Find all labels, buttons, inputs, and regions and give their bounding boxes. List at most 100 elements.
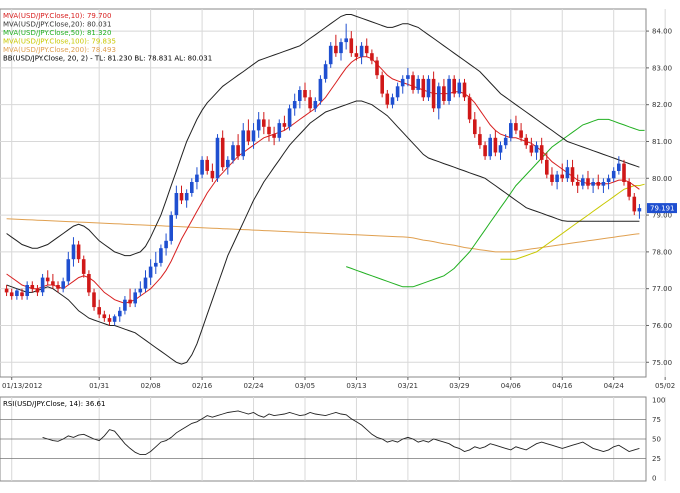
rsi-y-tick-label: 75: [652, 416, 661, 424]
candle-body: [318, 78, 323, 101]
candle-body: [570, 167, 575, 182]
candle-body: [627, 182, 631, 197]
candle-body: [375, 60, 379, 76]
candle-body: [30, 285, 35, 289]
candle-body: [56, 285, 60, 289]
candle-body: [154, 262, 158, 267]
candle-body: [241, 130, 245, 157]
x-tick-label: 03/05: [295, 382, 315, 390]
y-tick-label: 75.00: [652, 359, 672, 367]
x-tick-label: 02/24: [243, 382, 264, 390]
candle-body: [488, 137, 492, 157]
rsi-y-tick-label: 25: [652, 455, 661, 463]
candle-body: [190, 182, 194, 193]
candle-body: [87, 274, 91, 293]
candle-body: [226, 159, 230, 168]
candle-body: [339, 42, 343, 54]
candle-body: [370, 53, 374, 61]
y-tick-label: 83.00: [652, 64, 672, 72]
candle-body: [606, 178, 611, 182]
legend-entry: MVA(USD/JPY.Close,10): 79.700: [3, 12, 111, 20]
candle-body: [473, 119, 477, 135]
candle-body: [107, 318, 112, 322]
candle-body: [447, 78, 451, 101]
candle-body: [617, 163, 621, 171]
candle-body: [637, 208, 642, 212]
legend-entry: MVA(USD/JPY.Close,200): 78.493: [3, 46, 116, 54]
candle-body: [61, 281, 65, 289]
candle-body: [195, 174, 199, 182]
candle-body: [35, 288, 40, 293]
candle-body: [282, 123, 287, 127]
candle-body: [251, 130, 256, 142]
candle-body: [426, 78, 431, 98]
candle-body: [267, 126, 271, 135]
candle-body: [550, 174, 554, 182]
candle-body: [148, 266, 153, 278]
candle-body: [534, 145, 539, 153]
candle-body: [591, 182, 595, 186]
last-price-label: 79.191: [650, 205, 675, 213]
candle-body: [15, 290, 19, 296]
candle-body: [303, 90, 307, 98]
candle-body: [601, 182, 606, 186]
candle-body: [529, 145, 534, 153]
candle-body: [40, 277, 45, 293]
price-panel: [0, 8, 647, 378]
candle-body: [164, 240, 168, 249]
candle-body: [596, 182, 601, 186]
y-tick-label: 80.00: [652, 175, 672, 183]
candle-body: [205, 159, 209, 171]
candle-body: [215, 137, 220, 179]
candle-body: [277, 123, 282, 138]
candle-body: [565, 167, 570, 179]
candle-body: [102, 314, 107, 319]
candle-body: [179, 193, 184, 201]
candle-body: [210, 170, 215, 179]
candle-body: [395, 86, 400, 98]
candle-body: [545, 159, 549, 175]
legend-entry: MVA(USD/JPY.Close,100): 79.835: [3, 38, 116, 46]
candle-body: [81, 259, 86, 274]
candle-body: [364, 45, 369, 54]
candle-body: [519, 130, 523, 138]
candle-body: [354, 53, 359, 57]
candle-body: [359, 45, 364, 57]
x-tick-label: 01/31: [89, 382, 109, 390]
candle-body: [133, 292, 137, 304]
y-tick-label: 82.00: [652, 101, 672, 109]
candle-body: [292, 101, 297, 109]
x-tick-label: 04/16: [552, 382, 573, 390]
candle-body: [184, 193, 189, 201]
candle-body: [9, 292, 14, 297]
candle-body: [586, 178, 590, 186]
candle-body: [421, 78, 426, 98]
candle-body: [560, 174, 564, 179]
candle-body: [344, 38, 348, 43]
candle-body: [246, 130, 251, 142]
candle-body: [174, 193, 179, 216]
candle-body: [575, 182, 580, 186]
candle-body: [76, 244, 81, 260]
candle-body: [503, 137, 508, 146]
candle-body: [123, 299, 127, 311]
y-tick-label: 84.00: [652, 28, 672, 36]
candle-body: [128, 299, 132, 304]
candle-body: [25, 285, 29, 296]
candle-body: [143, 277, 148, 289]
x-tick-label: 02/08: [141, 382, 161, 390]
candle-body: [298, 90, 302, 101]
legend-entry: BB(USD/JPY.Close, 20, 2) - TL: 81.230 BL…: [3, 55, 212, 63]
x-tick-label: 03/21: [398, 382, 418, 390]
candle-body: [71, 244, 76, 260]
candle-body: [66, 259, 71, 282]
candle-body: [400, 78, 405, 87]
candle-body: [632, 196, 637, 212]
chart-canvas: 84.0083.0082.0081.0080.0079.0078.0077.00…: [0, 0, 680, 493]
rsi-y-tick-label: 100: [652, 397, 665, 405]
candle-body: [313, 101, 318, 109]
candle-body: [431, 78, 436, 109]
chart-window: 84.00 83.00 82.00 81.00 80.00 79.00 78.00 77.00…: [0, 0, 680, 493]
candle-body: [334, 45, 338, 54]
candle-body: [555, 174, 559, 182]
